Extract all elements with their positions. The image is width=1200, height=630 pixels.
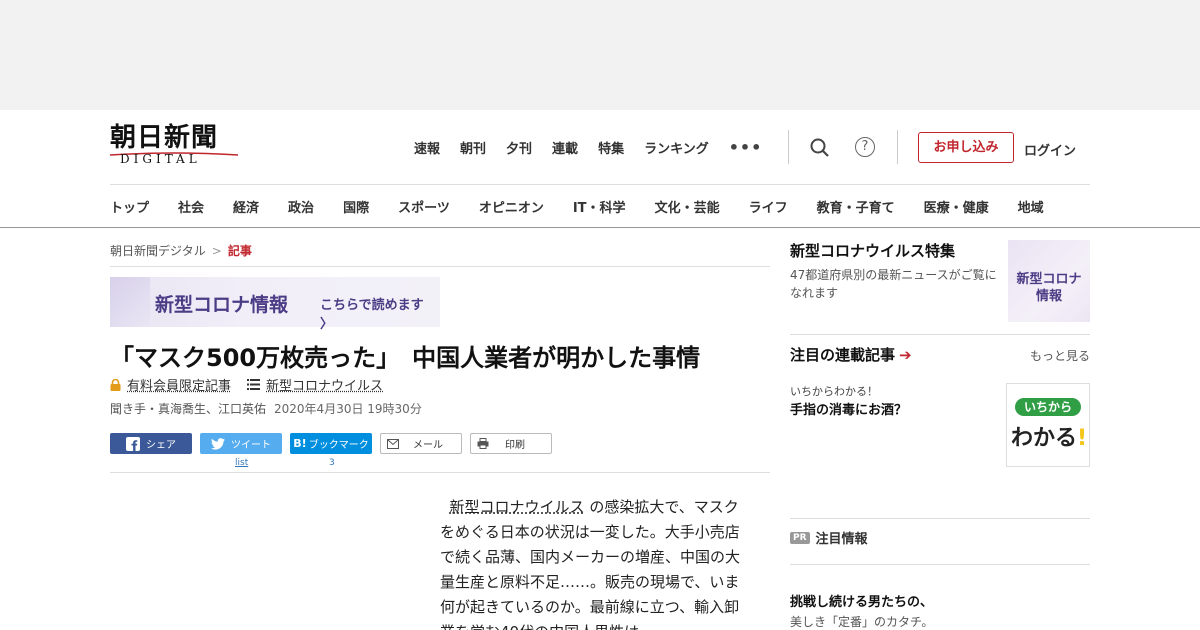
article-title: 「マスク500万枚売った」 中国人業者が明かした事情 — [110, 344, 701, 372]
cat-education[interactable]: 教育・子育て — [817, 197, 895, 216]
hatena-count[interactable]: 3 — [329, 458, 335, 468]
topnav-choukan[interactable]: 朝刊 — [460, 138, 486, 157]
topnav-sokuho[interactable]: 速報 — [414, 138, 440, 157]
twitter-share-label: ツイート — [231, 440, 271, 451]
pr-label: 注目情報 — [815, 532, 868, 547]
serial-kicker: いちからわかる！ — [790, 385, 878, 398]
cat-international[interactable]: 国際 — [343, 197, 369, 216]
divider — [790, 564, 1090, 565]
cat-region[interactable]: 地域 — [1018, 197, 1044, 216]
logo-kanji: 朝日新聞 — [110, 123, 219, 153]
site-header: 朝日新聞 DIGITAL 速報 朝刊 夕刊 連載 特集 ランキング ••• ? … — [0, 110, 1200, 228]
twitter-count-link[interactable]: list — [235, 458, 248, 468]
printer-icon — [477, 438, 489, 449]
breadcrumb: 朝日新聞デジタル > 記事 — [110, 242, 252, 259]
serial-heading[interactable]: 注目の連載記事 ➔ — [790, 344, 912, 365]
topnav-tokushu[interactable]: 特集 — [598, 138, 624, 157]
mail-share-label: メール — [413, 440, 443, 451]
divider — [110, 472, 770, 473]
breadcrumb-separator: > — [211, 244, 222, 258]
print-button[interactable]: 印刷 — [470, 433, 552, 454]
topnav-ranking[interactable]: ランキング — [644, 138, 709, 157]
site-logo[interactable]: 朝日新聞 DIGITAL — [110, 124, 240, 170]
divider — [790, 518, 1090, 519]
cat-politics[interactable]: 政治 — [288, 197, 314, 216]
topic-link[interactable]: 新型コロナウイルス — [266, 375, 383, 394]
signup-button[interactable]: お申し込み — [918, 132, 1014, 163]
body-topic-link[interactable]: 新型コロナウイルス — [450, 498, 585, 516]
cat-life[interactable]: ライフ — [749, 197, 788, 216]
banner-link: こちらで読めます 〉 — [320, 298, 424, 332]
cat-economy[interactable]: 経済 — [233, 197, 259, 216]
article-meta: 有料会員限定記事 新型コロナウイルス — [110, 375, 383, 394]
divider — [790, 334, 1090, 335]
hatena-icon: B! — [293, 437, 307, 450]
logo-digital: DIGITAL — [120, 152, 201, 166]
pr-article-title[interactable]: 挑戦し続ける男たちの、 — [790, 591, 933, 610]
search-icon[interactable] — [809, 137, 831, 159]
header-divider — [110, 184, 1090, 185]
member-only-label[interactable]: 有料会員限定記事 — [127, 375, 231, 394]
cat-opinion[interactable]: オピニオン — [479, 197, 544, 216]
list-icon — [247, 379, 261, 390]
mail-share-button[interactable]: メール — [380, 433, 462, 454]
wakaru-pill: いちから — [1015, 398, 1081, 416]
print-label: 印刷 — [505, 440, 525, 451]
divider — [788, 130, 789, 164]
cat-top[interactable]: トップ — [110, 197, 149, 216]
cat-culture[interactable]: 文化・芸能 — [655, 197, 720, 216]
banner-decoration — [110, 277, 150, 327]
article-body: 新型コロナウイルス の感染拡大で、マスクをめぐる日本の状況は一変した。大手小売店… — [440, 495, 745, 630]
serial-headline[interactable]: 手指の消毒にお酒？ — [790, 399, 907, 418]
cat-it-science[interactable]: IT・科学 — [573, 197, 626, 216]
wakaru-thumbnail[interactable]: いちから わかる! — [1006, 383, 1090, 467]
category-nav: トップ 社会 経済 政治 国際 スポーツ オピニオン IT・科学 文化・芸能 ラ… — [110, 197, 1044, 216]
pr-article-subtitle: 美しき「定番」のカタチ。 — [790, 615, 934, 629]
hatena-bookmark-button[interactable]: B! ブックマーク 3 — [290, 433, 372, 468]
body-paragraph: の感染拡大で、マスクをめぐる日本の状況は一変した。大手小売店で続く品薄、国内メー… — [440, 498, 741, 630]
article-byline: 聞き手・真海喬生、江口英佑 2020年4月30日 19時30分 — [110, 400, 422, 417]
feature-thumbnail[interactable]: 新型コロナ 情報 — [1008, 240, 1090, 322]
facebook-share-button[interactable]: シェア — [110, 433, 192, 454]
cat-society[interactable]: 社会 — [178, 197, 204, 216]
login-link[interactable]: ログイン — [1024, 140, 1076, 159]
feature-title[interactable]: 新型コロナウイルス特集 — [790, 240, 955, 261]
top-nav: 速報 朝刊 夕刊 連載 特集 ランキング ••• — [414, 138, 762, 157]
breadcrumb-current: 記事 — [227, 244, 252, 258]
help-icon[interactable]: ? — [855, 137, 875, 157]
share-bar: シェア ツイート list B! ブックマーク 3 メール 印刷 — [110, 433, 552, 468]
banner-title: 新型コロナ情報 — [155, 294, 289, 316]
facebook-icon — [126, 436, 140, 451]
authors: 聞き手・真海喬生、江口英佑 — [110, 402, 267, 416]
topnav-yuukan[interactable]: 夕刊 — [506, 138, 532, 157]
corona-info-banner[interactable]: 新型コロナ情報 こちらで読めます 〉 — [110, 277, 440, 332]
breadcrumb-home[interactable]: 朝日新聞デジタル — [110, 244, 206, 258]
lock-icon — [110, 378, 121, 391]
cat-sports[interactable]: スポーツ — [398, 197, 450, 216]
top-ad-area — [0, 0, 1200, 110]
feature-description: 47都道府県別の最新ニュースがご覧になれます — [790, 268, 997, 300]
hatena-bookmark-label: ブックマーク — [308, 440, 369, 451]
topnav-rensai[interactable]: 連載 — [552, 138, 578, 157]
divider — [897, 130, 898, 164]
publish-date: 2020年4月30日 19時30分 — [274, 402, 422, 416]
feature-thumb-line2: 情報 — [1035, 289, 1062, 304]
pr-heading: PR 注目情報 — [790, 528, 868, 547]
facebook-share-label: シェア — [146, 440, 176, 451]
twitter-icon — [211, 437, 225, 450]
more-menu-icon[interactable]: ••• — [729, 138, 763, 157]
cat-health[interactable]: 医療・健康 — [924, 197, 989, 216]
wakaru-logo-text: わかる! — [1011, 426, 1088, 451]
more-link[interactable]: もっと見る — [1030, 347, 1090, 364]
twitter-share-button[interactable]: ツイート list — [200, 433, 282, 468]
divider — [110, 266, 770, 267]
mail-icon — [387, 438, 399, 449]
arrow-right-icon: ➔ — [899, 346, 912, 364]
pr-tag: PR — [790, 531, 810, 544]
